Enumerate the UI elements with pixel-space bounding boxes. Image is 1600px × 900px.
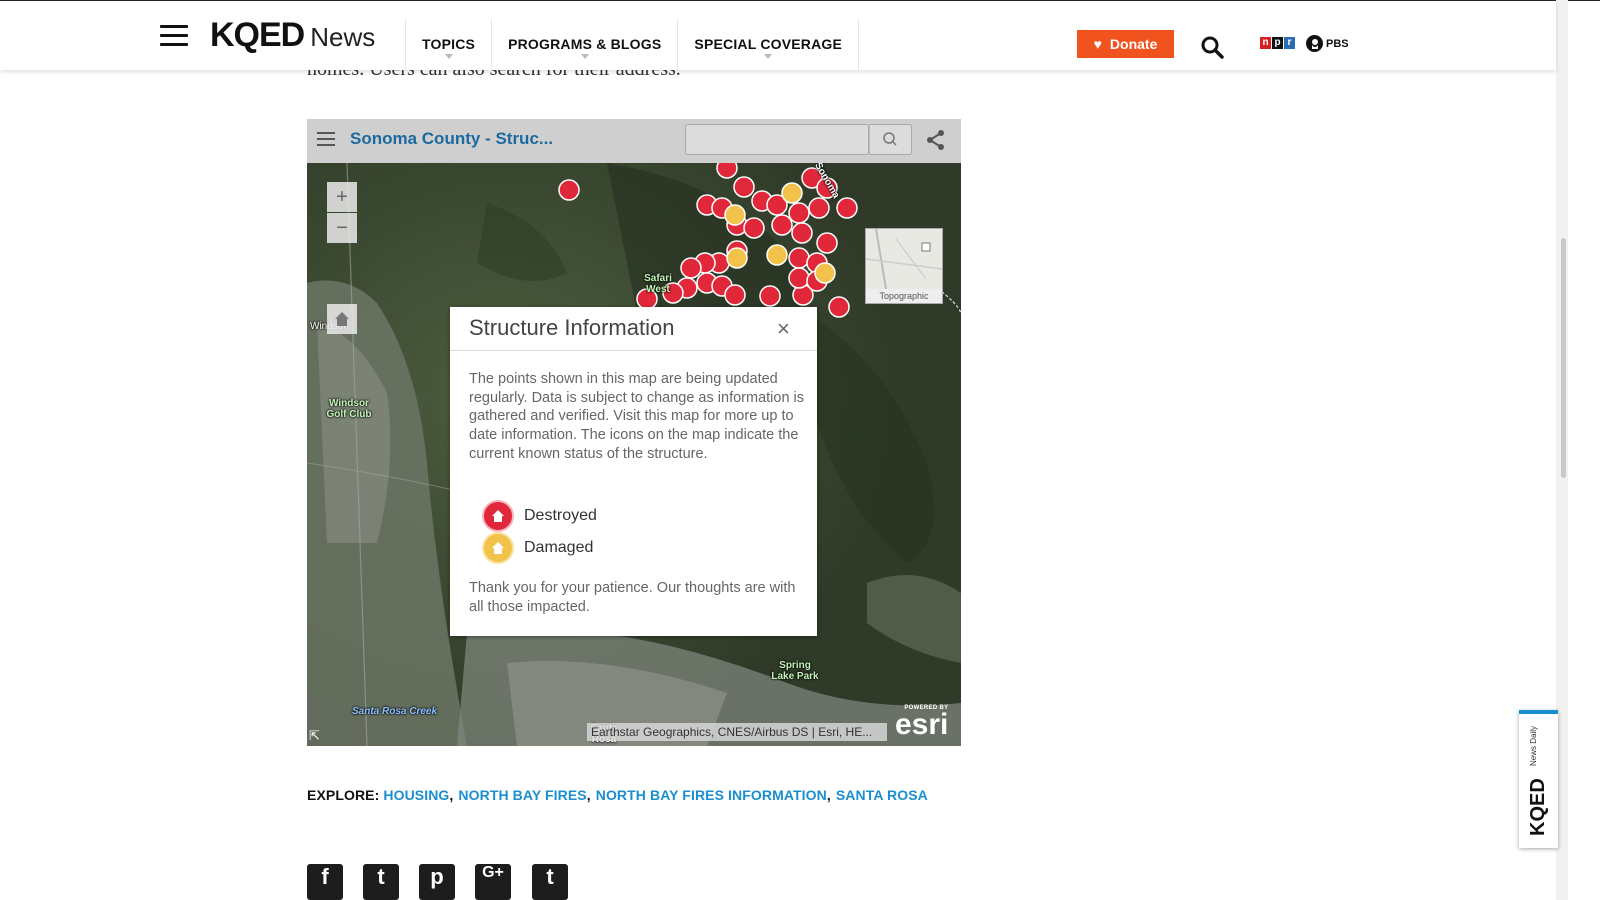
popup-title: Structure Information bbox=[469, 315, 675, 340]
basemap-label: Topographic bbox=[879, 291, 929, 301]
main-nav: TOPICS PROGRAMS & BLOGS SPECIAL COVERAGE bbox=[405, 19, 860, 71]
twitter-glyph: t bbox=[377, 864, 385, 889]
chevron-down-icon bbox=[580, 54, 589, 59]
twitter-icon[interactable]: t bbox=[363, 864, 399, 900]
facebook-icon[interactable]: f bbox=[307, 864, 343, 900]
place-santa-rosa-creek: Santa Rosa Creek bbox=[352, 706, 438, 717]
popup-body-text: The points shown in this map are being u… bbox=[469, 371, 805, 462]
site-header: KQED News TOPICS PROGRAMS & BLOGS SPECIA… bbox=[0, 1, 1556, 71]
map-header-bar: Sonoma County - Struc... bbox=[307, 119, 961, 163]
facebook-glyph: f bbox=[321, 864, 329, 889]
zoom-out-button[interactable]: − bbox=[327, 213, 357, 243]
nav-programs-label: PROGRAMS & BLOGS bbox=[508, 36, 662, 52]
pinterest-glyph: p bbox=[430, 864, 444, 889]
chevron-down-icon bbox=[764, 54, 773, 59]
npr-r: r bbox=[1284, 37, 1295, 49]
place-spring-lake-park: Spring Lake Park bbox=[771, 660, 819, 682]
explore-label: EXPLORE: bbox=[307, 787, 380, 803]
damaged-house-icon bbox=[482, 532, 514, 564]
google-plus-glyph: G+ bbox=[482, 864, 504, 881]
pinterest-icon[interactable]: p bbox=[419, 864, 455, 900]
share-icon[interactable] bbox=[925, 129, 947, 151]
nav-divider bbox=[858, 19, 860, 71]
map-attribution[interactable]: Earthstar Geographics, CNES/Airbus DS | … bbox=[587, 723, 887, 741]
donate-button[interactable]: ♥ Donate bbox=[1077, 30, 1174, 58]
google-plus-icon[interactable]: G+ bbox=[475, 864, 511, 900]
menu-icon[interactable] bbox=[160, 25, 188, 47]
place-safari-west: Safari West bbox=[644, 273, 672, 295]
tag-north-bay-fires[interactable]: NORTH BAY FIRES bbox=[458, 787, 586, 803]
logo-sub: News bbox=[310, 22, 376, 52]
place-windsor-golf-club: Windsor Golf Club bbox=[326, 398, 372, 420]
pbs-label: PBS bbox=[1326, 37, 1349, 50]
legend-destroyed-label: Destroyed bbox=[524, 507, 597, 524]
esri-wordmark: esri bbox=[895, 708, 949, 741]
close-icon[interactable]: × bbox=[777, 316, 790, 342]
tag-housing[interactable]: HOUSING bbox=[383, 787, 449, 803]
pbs-head-icon bbox=[1306, 35, 1323, 52]
home-icon[interactable] bbox=[327, 304, 357, 334]
news-daily-podcast-tab[interactable]: KQED News Daily bbox=[1519, 710, 1558, 848]
map-menu-icon[interactable] bbox=[317, 132, 335, 146]
nav-topics[interactable]: TOPICS bbox=[405, 19, 491, 71]
tag-santa-rosa[interactable]: SANTA ROSA bbox=[836, 787, 928, 803]
tumblr-icon[interactable]: t bbox=[532, 864, 568, 900]
donate-label: Donate bbox=[1109, 36, 1158, 52]
expand-icon[interactable]: ⇱ bbox=[309, 728, 320, 744]
nav-topics-label: TOPICS bbox=[422, 36, 476, 52]
basemap-toggle[interactable]: Topographic bbox=[865, 228, 943, 304]
pbs-logo[interactable]: PBS bbox=[1306, 35, 1349, 52]
logo-main: KQED bbox=[210, 16, 305, 54]
esri-logo[interactable]: POWERED BY esri bbox=[895, 705, 949, 741]
tag-separator: , bbox=[449, 787, 454, 803]
popup-footer-text: Thank you for your patience. Our thought… bbox=[469, 580, 796, 615]
zoom-in-button[interactable]: + bbox=[327, 182, 357, 212]
nav-special-coverage[interactable]: SPECIAL COVERAGE bbox=[677, 19, 858, 71]
search-icon[interactable] bbox=[1200, 35, 1224, 59]
scrollbar-thumb[interactable] bbox=[1561, 238, 1566, 478]
explore-tags: EXPLORE: HOUSING, NORTH BAY FIRES, NORTH B… bbox=[307, 787, 928, 803]
structure-info-popup: Structure Information × The points shown… bbox=[450, 307, 817, 636]
npr-p: p bbox=[1272, 37, 1283, 49]
destroyed-house-icon bbox=[482, 500, 514, 532]
heart-icon: ♥ bbox=[1093, 36, 1102, 52]
nav-programs-blogs[interactable]: PROGRAMS & BLOGS bbox=[491, 19, 677, 71]
chevron-down-icon bbox=[444, 54, 453, 59]
tumblr-glyph: t bbox=[546, 864, 554, 889]
popup-divider bbox=[450, 350, 817, 351]
kqed-logo[interactable]: KQED News bbox=[210, 16, 375, 55]
legend-damaged-label: Damaged bbox=[524, 539, 594, 556]
podcast-sub: News Daily bbox=[1529, 725, 1538, 766]
legend-destroyed: Destroyed bbox=[482, 500, 597, 532]
podcast-logo: KQED bbox=[1527, 778, 1549, 836]
legend-damaged: Damaged bbox=[482, 532, 593, 564]
map-search-input[interactable] bbox=[685, 124, 869, 155]
map-search-button[interactable] bbox=[869, 124, 912, 155]
topographic-thumbnail-icon bbox=[865, 228, 943, 290]
npr-n: n bbox=[1260, 37, 1271, 49]
tag-separator: , bbox=[826, 787, 831, 803]
tag-separator: , bbox=[586, 787, 591, 803]
nav-special-label: SPECIAL COVERAGE bbox=[694, 36, 843, 52]
tag-north-bay-fires-information[interactable]: NORTH BAY FIRES INFORMATION bbox=[596, 787, 827, 803]
npr-logo[interactable]: n p r bbox=[1260, 37, 1295, 49]
map-title[interactable]: Sonoma County - Struc... bbox=[350, 129, 553, 149]
search-icon bbox=[883, 132, 897, 146]
